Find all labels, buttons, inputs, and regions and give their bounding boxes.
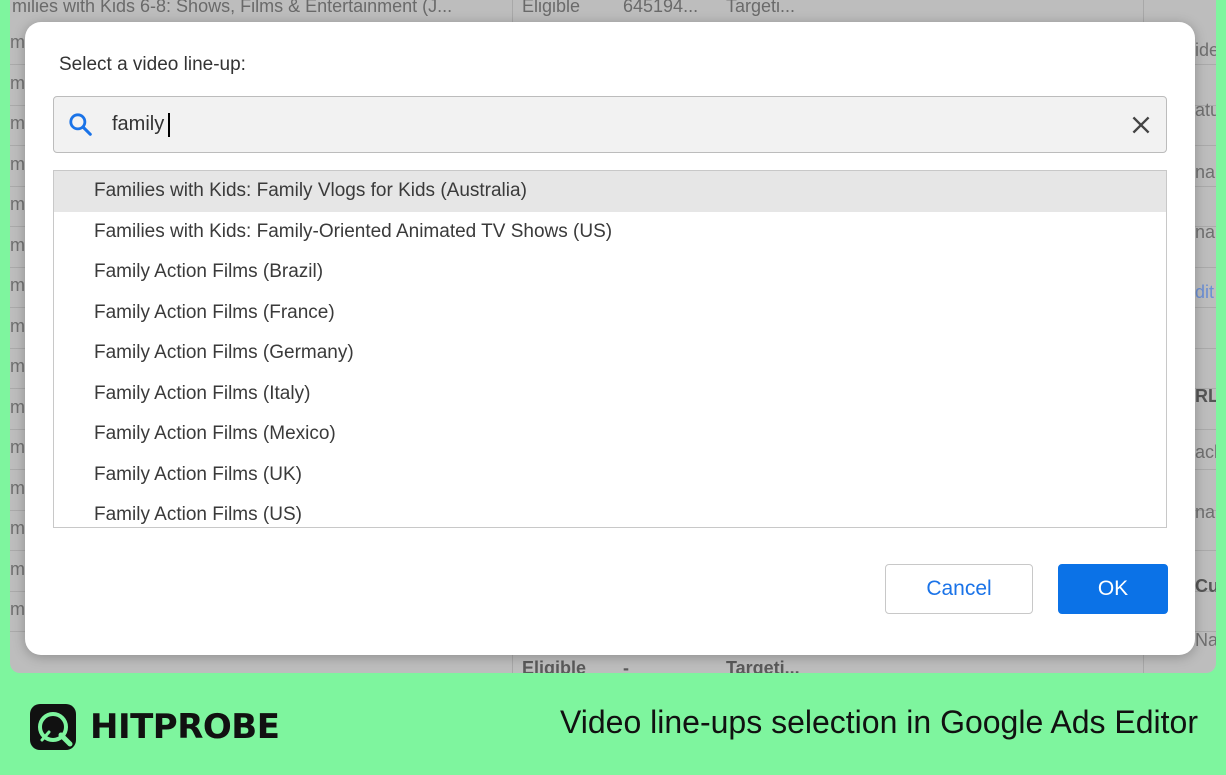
bg-row-status: Eligible [522, 658, 587, 673]
bg-right-text: nal [1195, 162, 1216, 182]
lineup-option[interactable]: Family Action Films (Brazil) [54, 252, 1166, 293]
lineup-option[interactable]: Family Action Films (US) [54, 495, 1166, 527]
bg-row-marker: m [10, 72, 25, 93]
bg-row-marker: m [10, 32, 25, 52]
lineup-option[interactable]: Families with Kids: Family-Oriented Anim… [54, 212, 1166, 253]
bg-row-marker: m [10, 558, 25, 579]
cancel-button[interactable]: Cancel [885, 564, 1033, 614]
bg-row-status: Eligible [522, 0, 581, 16]
bg-row-marker: m [10, 113, 25, 133]
bg-row-marker: m [10, 437, 25, 457]
bg-right-text: ideo [1195, 40, 1216, 60]
bg-row-marker: m [10, 599, 25, 619]
bg-row-marker: m [10, 356, 25, 376]
bg-row-id: - [623, 658, 629, 673]
lineup-option[interactable]: Family Action Films (Italy) [54, 374, 1166, 415]
bg-row-marker: m [10, 396, 25, 417]
bg-right-heading: Cu [1195, 576, 1216, 596]
bg-row-marker: m [10, 194, 25, 214]
search-icon [69, 113, 92, 136]
dialog-title: Select a video line-up: [59, 54, 246, 75]
search-box[interactable] [53, 96, 1167, 153]
lineup-results-list[interactable]: Families with Kids: Family Vlogs for Kid… [53, 170, 1167, 528]
brand-name: HITPROBE [90, 707, 280, 747]
bg-right-link: dit [1195, 282, 1215, 302]
lineup-option[interactable]: Families with Kids: Family Vlogs for Kid… [54, 171, 1166, 212]
bg-right-text: ack [1195, 442, 1216, 462]
bg-row-marker: m [10, 518, 25, 538]
brand-logo: HITPROBE [28, 702, 280, 752]
bg-row-marker: m [10, 275, 25, 295]
video-lineup-dialog: Select a video line-up: Families with Ki… [25, 22, 1195, 655]
bg-row-marker: m [10, 315, 25, 336]
lineup-option[interactable]: Family Action Films (Germany) [54, 333, 1166, 374]
search-input[interactable] [112, 107, 1072, 141]
bg-row-marker: m [10, 477, 25, 498]
ok-button[interactable]: OK [1058, 564, 1168, 614]
magnifier-logo-icon [30, 704, 76, 750]
bg-row-id: 645194... [623, 0, 699, 16]
lineup-option[interactable]: Family Action Films (France) [54, 293, 1166, 334]
bg-right-text: nal [1195, 222, 1216, 242]
bg-right-text: nal [1195, 502, 1216, 522]
lineup-option[interactable]: Family Action Films (UK) [54, 455, 1166, 496]
bg-right-heading: RL [1195, 386, 1216, 406]
lineup-option[interactable]: Family Action Films (Mexico) [54, 414, 1166, 455]
bg-row-marker: m [10, 234, 25, 255]
bg-row-type: Targeti... [726, 658, 800, 673]
background-top-row: milies with Kids 6-8: Shows, Films & Ent… [10, 0, 1216, 24]
bg-row-marker: m [10, 153, 25, 174]
bg-right-text: Na [1195, 630, 1216, 650]
caption: Video line-ups selection in Google Ads E… [559, 704, 1198, 740]
text-cursor [168, 113, 170, 137]
bg-row-type: Targeti... [726, 0, 796, 16]
bg-row-name: milies with Kids 6-8: Shows, Films & Ent… [12, 0, 453, 16]
bg-right-text: atu [1195, 100, 1216, 120]
close-icon[interactable] [1128, 112, 1154, 138]
